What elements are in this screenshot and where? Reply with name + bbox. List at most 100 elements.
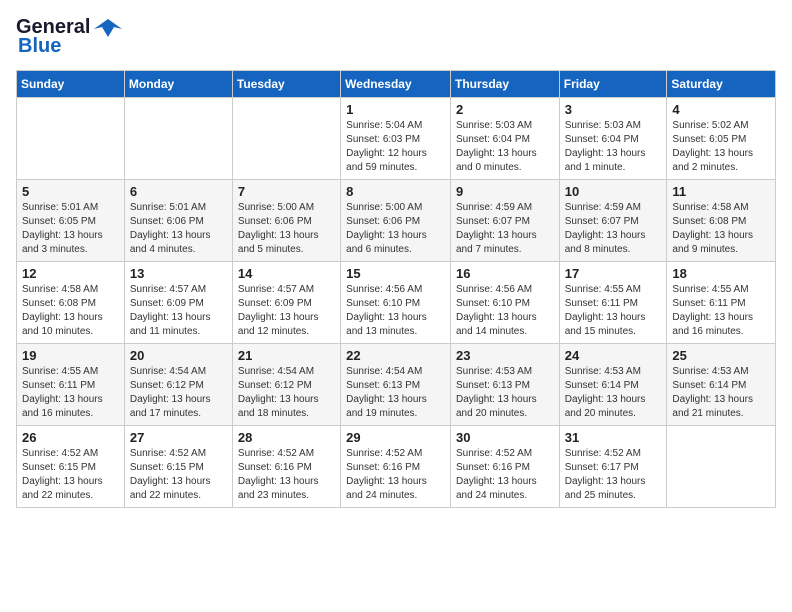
calendar-day-cell: 22 Sunrise: 4:54 AM Sunset: 6:13 PM Dayli… xyxy=(341,344,451,426)
day-number: 7 xyxy=(238,184,335,199)
calendar-header-row: SundayMondayTuesdayWednesdayThursdayFrid… xyxy=(17,71,776,98)
calendar-day-cell: 19 Sunrise: 4:55 AM Sunset: 6:11 PM Dayli… xyxy=(17,344,125,426)
day-info: Sunrise: 5:01 AM Sunset: 6:05 PM Dayligh… xyxy=(22,201,119,257)
day-info: Sunrise: 4:52 AM Sunset: 6:16 PM Dayligh… xyxy=(238,447,335,503)
calendar-day-cell: 26 Sunrise: 4:52 AM Sunset: 6:15 PM Dayli… xyxy=(17,426,125,508)
calendar-day-cell: 8Sunrise: 5:00 AM Sunset: 6:06 PM Daylig… xyxy=(341,180,451,262)
day-info: Sunrise: 4:58 AM Sunset: 6:08 PM Dayligh… xyxy=(672,201,770,257)
day-number: 11 xyxy=(672,184,770,199)
day-info: Sunrise: 4:53 AM Sunset: 6:13 PM Dayligh… xyxy=(456,365,554,421)
calendar-week-row: 26 Sunrise: 4:52 AM Sunset: 6:15 PM Dayli… xyxy=(17,426,776,508)
day-info: Sunrise: 5:04 AM Sunset: 6:03 PM Dayligh… xyxy=(346,119,445,175)
logo-blue-text: Blue xyxy=(16,35,61,58)
day-number: 4 xyxy=(672,102,770,117)
calendar-day-cell: 1Sunrise: 5:04 AM Sunset: 6:03 PM Daylig… xyxy=(341,98,451,180)
day-info: Sunrise: 4:52 AM Sunset: 6:17 PM Dayligh… xyxy=(565,447,662,503)
calendar-day-cell xyxy=(667,426,776,508)
day-info: Sunrise: 4:56 AM Sunset: 6:10 PM Dayligh… xyxy=(346,283,445,339)
day-info: Sunrise: 4:54 AM Sunset: 6:13 PM Dayligh… xyxy=(346,365,445,421)
day-number: 14 xyxy=(238,266,335,281)
day-number: 3 xyxy=(565,102,662,117)
calendar-day-cell: 11 Sunrise: 4:58 AM Sunset: 6:08 PM Dayli… xyxy=(667,180,776,262)
day-info: Sunrise: 4:52 AM Sunset: 6:15 PM Dayligh… xyxy=(22,447,119,503)
page-header: General Blue xyxy=(16,16,776,58)
calendar-day-cell: 2 Sunrise: 5:03 AM Sunset: 6:04 PM Daylig… xyxy=(450,98,559,180)
calendar-week-row: 5 Sunrise: 5:01 AM Sunset: 6:05 PM Daylig… xyxy=(17,180,776,262)
calendar-day-cell: 9 Sunrise: 4:59 AM Sunset: 6:07 PM Daylig… xyxy=(450,180,559,262)
day-of-week-header: Sunday xyxy=(17,71,125,98)
calendar-table: SundayMondayTuesdayWednesdayThursdayFrid… xyxy=(16,70,776,508)
day-info: Sunrise: 5:01 AM Sunset: 6:06 PM Dayligh… xyxy=(130,201,227,257)
day-number: 18 xyxy=(672,266,770,281)
calendar-day-cell: 17Sunrise: 4:55 AM Sunset: 6:11 PM Dayli… xyxy=(559,262,667,344)
day-info: Sunrise: 4:55 AM Sunset: 6:11 PM Dayligh… xyxy=(22,365,119,421)
day-number: 12 xyxy=(22,266,119,281)
day-number: 24 xyxy=(565,348,662,363)
calendar-day-cell: 5 Sunrise: 5:01 AM Sunset: 6:05 PM Daylig… xyxy=(17,180,125,262)
calendar-day-cell: 16 Sunrise: 4:56 AM Sunset: 6:10 PM Dayli… xyxy=(450,262,559,344)
day-info: Sunrise: 4:53 AM Sunset: 6:14 PM Dayligh… xyxy=(565,365,662,421)
day-of-week-header: Tuesday xyxy=(232,71,340,98)
calendar-day-cell: 12Sunrise: 4:58 AM Sunset: 6:08 PM Dayli… xyxy=(17,262,125,344)
day-info: Sunrise: 4:56 AM Sunset: 6:10 PM Dayligh… xyxy=(456,283,554,339)
logo: General Blue xyxy=(16,16,122,58)
calendar-week-row: 12Sunrise: 4:58 AM Sunset: 6:08 PM Dayli… xyxy=(17,262,776,344)
calendar-day-cell: 31Sunrise: 4:52 AM Sunset: 6:17 PM Dayli… xyxy=(559,426,667,508)
day-info: Sunrise: 4:53 AM Sunset: 6:14 PM Dayligh… xyxy=(672,365,770,421)
day-number: 13 xyxy=(130,266,227,281)
calendar-day-cell: 10 Sunrise: 4:59 AM Sunset: 6:07 PM Dayli… xyxy=(559,180,667,262)
day-number: 16 xyxy=(456,266,554,281)
day-info: Sunrise: 5:02 AM Sunset: 6:05 PM Dayligh… xyxy=(672,119,770,175)
day-number: 10 xyxy=(565,184,662,199)
day-number: 15 xyxy=(346,266,445,281)
calendar-day-cell: 4 Sunrise: 5:02 AM Sunset: 6:05 PM Daylig… xyxy=(667,98,776,180)
day-number: 5 xyxy=(22,184,119,199)
day-of-week-header: Wednesday xyxy=(341,71,451,98)
calendar-day-cell: 28 Sunrise: 4:52 AM Sunset: 6:16 PM Dayli… xyxy=(232,426,340,508)
calendar-day-cell: 29Sunrise: 4:52 AM Sunset: 6:16 PM Dayli… xyxy=(341,426,451,508)
calendar-day-cell: 30Sunrise: 4:52 AM Sunset: 6:16 PM Dayli… xyxy=(450,426,559,508)
calendar-day-cell xyxy=(17,98,125,180)
day-number: 22 xyxy=(346,348,445,363)
logo-bird-icon xyxy=(94,19,122,37)
calendar-day-cell: 23 Sunrise: 4:53 AM Sunset: 6:13 PM Dayli… xyxy=(450,344,559,426)
day-info: Sunrise: 4:52 AM Sunset: 6:15 PM Dayligh… xyxy=(130,447,227,503)
calendar-day-cell: 24 Sunrise: 4:53 AM Sunset: 6:14 PM Dayli… xyxy=(559,344,667,426)
calendar-day-cell: 14Sunrise: 4:57 AM Sunset: 6:09 PM Dayli… xyxy=(232,262,340,344)
day-number: 2 xyxy=(456,102,554,117)
day-info: Sunrise: 4:57 AM Sunset: 6:09 PM Dayligh… xyxy=(130,283,227,339)
day-number: 6 xyxy=(130,184,227,199)
day-info: Sunrise: 4:52 AM Sunset: 6:16 PM Dayligh… xyxy=(456,447,554,503)
day-info: Sunrise: 4:59 AM Sunset: 6:07 PM Dayligh… xyxy=(456,201,554,257)
calendar-day-cell: 27 Sunrise: 4:52 AM Sunset: 6:15 PM Dayli… xyxy=(124,426,232,508)
calendar-day-cell: 18Sunrise: 4:55 AM Sunset: 6:11 PM Dayli… xyxy=(667,262,776,344)
day-info: Sunrise: 4:54 AM Sunset: 6:12 PM Dayligh… xyxy=(130,365,227,421)
day-number: 28 xyxy=(238,430,335,445)
day-of-week-header: Thursday xyxy=(450,71,559,98)
calendar-day-cell: 20Sunrise: 4:54 AM Sunset: 6:12 PM Dayli… xyxy=(124,344,232,426)
day-number: 21 xyxy=(238,348,335,363)
calendar-week-row: 19 Sunrise: 4:55 AM Sunset: 6:11 PM Dayli… xyxy=(17,344,776,426)
day-info: Sunrise: 5:03 AM Sunset: 6:04 PM Dayligh… xyxy=(456,119,554,175)
day-number: 27 xyxy=(130,430,227,445)
day-of-week-header: Saturday xyxy=(667,71,776,98)
calendar-day-cell: 21 Sunrise: 4:54 AM Sunset: 6:12 PM Dayli… xyxy=(232,344,340,426)
day-of-week-header: Monday xyxy=(124,71,232,98)
day-info: Sunrise: 5:00 AM Sunset: 6:06 PM Dayligh… xyxy=(346,201,445,257)
day-info: Sunrise: 4:59 AM Sunset: 6:07 PM Dayligh… xyxy=(565,201,662,257)
calendar-day-cell: 6 Sunrise: 5:01 AM Sunset: 6:06 PM Daylig… xyxy=(124,180,232,262)
day-number: 9 xyxy=(456,184,554,199)
calendar-day-cell: 13 Sunrise: 4:57 AM Sunset: 6:09 PM Dayli… xyxy=(124,262,232,344)
day-number: 26 xyxy=(22,430,119,445)
day-info: Sunrise: 5:00 AM Sunset: 6:06 PM Dayligh… xyxy=(238,201,335,257)
calendar-day-cell: 25 Sunrise: 4:53 AM Sunset: 6:14 PM Dayli… xyxy=(667,344,776,426)
day-info: Sunrise: 5:03 AM Sunset: 6:04 PM Dayligh… xyxy=(565,119,662,175)
day-number: 17 xyxy=(565,266,662,281)
day-number: 29 xyxy=(346,430,445,445)
day-number: 19 xyxy=(22,348,119,363)
day-number: 23 xyxy=(456,348,554,363)
day-info: Sunrise: 4:54 AM Sunset: 6:12 PM Dayligh… xyxy=(238,365,335,421)
day-of-week-header: Friday xyxy=(559,71,667,98)
calendar-day-cell: 15 Sunrise: 4:56 AM Sunset: 6:10 PM Dayli… xyxy=(341,262,451,344)
day-number: 25 xyxy=(672,348,770,363)
